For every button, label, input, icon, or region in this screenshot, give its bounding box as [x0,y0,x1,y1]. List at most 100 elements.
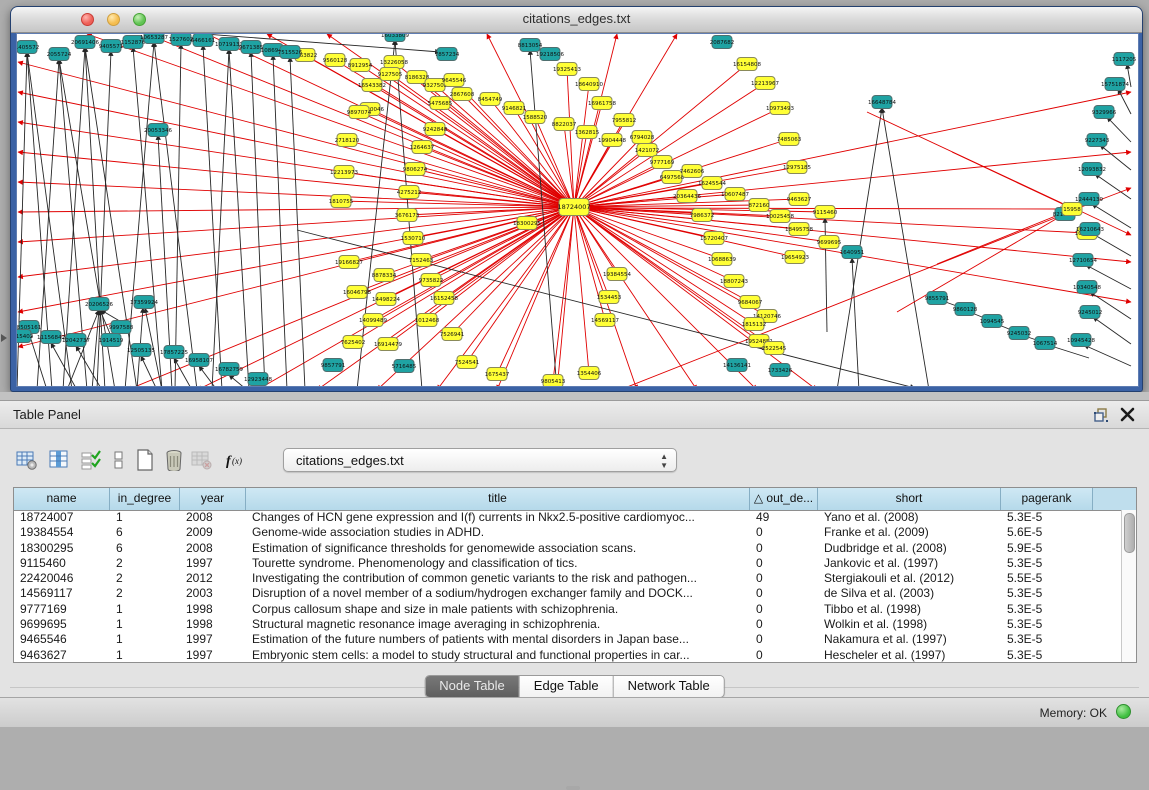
vertical-scrollbar[interactable] [1121,510,1136,662]
horizontal-splitter[interactable] [0,392,1149,400]
network-node[interactable]: 14498224 [372,293,400,306]
network-node[interactable]: 10688639 [708,253,736,266]
network-node[interactable]: 1264637 [410,141,435,154]
network-node[interactable]: 9560128 [323,54,348,67]
network-node[interactable]: 16210643 [1076,223,1104,236]
network-node[interactable]: 20206526 [85,298,113,311]
network-node[interactable]: 16958107 [185,354,213,367]
memory-status-icon[interactable] [1116,704,1131,719]
column-header-year[interactable]: year [180,488,246,510]
network-node[interactable]: 12923448 [244,373,272,386]
network-node[interactable]: 8822037 [552,118,577,131]
network-node[interactable]: 9329966 [1092,106,1117,119]
table-row[interactable]: 1830029562008Estimation of significance … [14,541,1121,556]
network-node[interactable]: 19218506 [536,48,564,61]
network-node[interactable]: 9735822 [419,274,444,287]
table-selector-dropdown[interactable]: citations_edges.txt ▲▼ [283,448,677,472]
network-node[interactable]: 9897074 [347,106,372,119]
network-node[interactable]: 19384554 [603,268,631,281]
network-node[interactable]: 8454749 [478,93,503,106]
network-node[interactable]: 19654923 [781,251,809,264]
network-node[interactable]: 1421072 [635,144,660,157]
network-node[interactable]: 10973493 [766,102,794,115]
network-node[interactable]: 16245544 [698,177,726,190]
table-row[interactable]: 1872400712008Changes of HCN gene express… [14,510,1121,525]
network-node[interactable]: 8878334 [372,269,397,282]
network-node[interactable]: 12975185 [783,161,811,174]
network-node[interactable]: 10653287 [140,34,168,44]
scrollbar-thumb[interactable] [1124,513,1135,553]
network-node[interactable]: 1094545 [980,315,1005,328]
network-node[interactable]: 1405572 [17,41,39,54]
delete-table-icon[interactable] [191,449,213,471]
network-node[interactable]: 7857234 [435,48,460,61]
network-node[interactable]: 17857225 [160,346,188,359]
network-node[interactable]: 7485063 [777,133,802,146]
network-node[interactable]: 9245012 [1078,306,1103,319]
network-node[interactable]: 3676173 [395,209,420,222]
network-node[interactable]: 9997588 [109,321,134,334]
network-node[interactable]: 9777169 [650,156,675,169]
network-node[interactable]: 1640951 [840,246,865,259]
network-node[interactable]: 7986372 [690,209,715,222]
network-node[interactable]: 10025458 [766,210,794,223]
network-node[interactable]: 7152463 [409,254,434,267]
network-node[interactable]: 872160 [749,199,770,212]
network-node[interactable]: 9245032 [1007,327,1032,340]
network-node[interactable]: 9463627 [787,193,812,206]
network-node[interactable]: 14569117 [591,314,619,327]
network-node[interactable]: 1810755 [329,195,354,208]
network-node[interactable]: 5475685 [428,97,453,110]
network-node[interactable]: 14136141 [723,359,751,372]
table-row[interactable]: 946362711997Embryonic stem cells: a mode… [14,648,1121,663]
network-node[interactable]: 19166827 [335,256,363,269]
network-node[interactable]: 20691406 [71,36,99,49]
network-node[interactable]: 2867608 [450,88,475,101]
network-node[interactable]: 18640910 [575,78,603,91]
column-header-out_de[interactable]: △ out_de... [750,488,818,510]
select-all-icon[interactable] [80,449,102,471]
network-node[interactable]: 20053346 [144,124,172,137]
close-icon[interactable] [1120,407,1135,422]
network-node[interactable]: 18807243 [720,275,748,288]
network-node[interactable]: 17359924 [130,296,158,309]
table-row[interactable]: 1938455462009Genome-wide association stu… [14,525,1121,540]
network-node[interactable]: 1362815 [575,126,600,139]
column-header-short[interactable]: short [818,488,1001,510]
table-row[interactable]: 946554611997Estimation of the future num… [14,632,1121,647]
network-node[interactable]: 16046798 [343,286,371,299]
network-node[interactable]: 6794028 [630,131,655,144]
network-node[interactable]: 10340548 [1073,281,1101,294]
network-node[interactable]: 12213967 [751,77,779,90]
network-node[interactable]: 12042737 [62,334,90,347]
network-node[interactable]: 1067514 [1033,337,1058,350]
network-node[interactable]: 1012468 [415,314,440,327]
network-node[interactable]: 9227343 [1085,134,1110,147]
tab-edge-table[interactable]: Edge Table [520,676,614,697]
network-node[interactable]: 2055724 [47,48,72,61]
network-node[interactable]: 16154808 [733,58,761,71]
network-node[interactable]: 9127505 [378,68,403,81]
network-node[interactable]: 1914519 [99,334,124,347]
network-node[interactable]: 1530710 [401,232,426,245]
network-node[interactable]: 1354406 [577,367,602,380]
window-titlebar[interactable]: citations_edges.txt [11,7,1142,33]
column-header-pagerank[interactable]: pagerank [1001,488,1093,510]
network-node[interactable]: 9699695 [817,236,842,249]
network-node[interactable]: 14099489 [359,314,387,327]
network-node[interactable]: 1815132 [742,318,767,331]
delete-rows-icon[interactable] [163,449,185,471]
network-node[interactable]: 15958 [1062,203,1082,216]
modify-table-icon[interactable] [16,449,38,471]
network-node[interactable]: 20364436 [673,190,701,203]
network-node[interactable]: 7526941 [440,328,465,341]
network-node[interactable]: 2087682 [710,36,735,49]
table-row[interactable]: 911546021997Tourette syndrome. Phenomeno… [14,556,1121,571]
network-node[interactable]: 1675437 [485,368,510,381]
column-header-name[interactable]: name [14,488,110,510]
float-window-icon[interactable] [1093,407,1109,423]
network-node[interactable]: 7462606 [680,165,705,178]
splitter-grip[interactable] [566,786,580,790]
network-node[interactable]: 18300295 [513,217,541,230]
network-node[interactable]: 15751874 [1101,78,1129,91]
